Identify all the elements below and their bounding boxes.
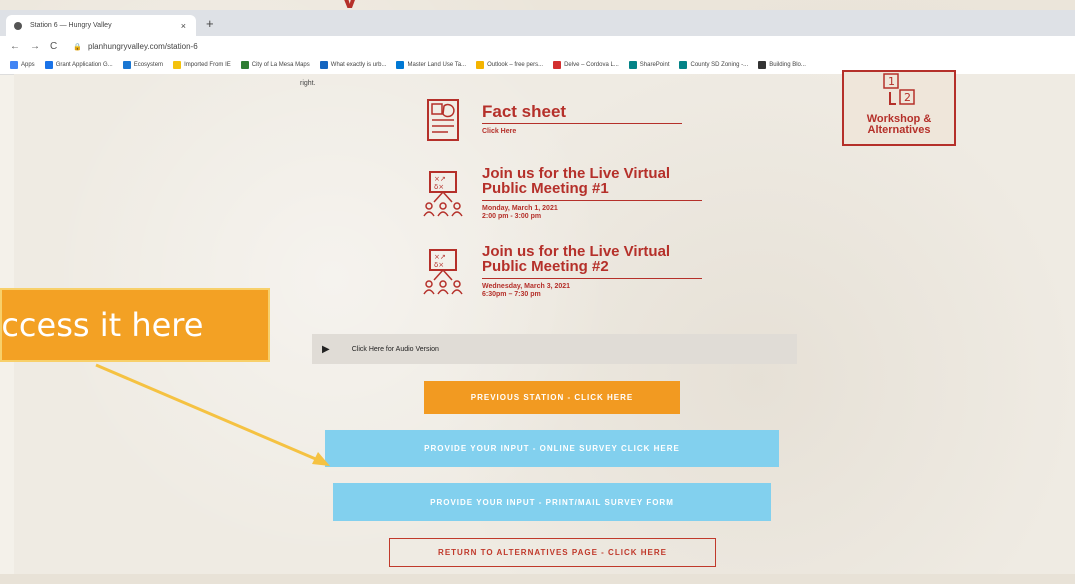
bookmark-item[interactable]: Grant Application G... [44, 61, 113, 69]
meeting-1-date: Monday, March 1, 2021 [482, 205, 558, 212]
step-2-number: 2 [904, 91, 911, 104]
bookmark-item[interactable]: Delve – Cordova L... [553, 61, 619, 69]
browser-tab[interactable]: Station 6 — Hungry Valley × [6, 15, 196, 36]
bookmark-label: Ecosystem [133, 62, 164, 68]
bookmark-item[interactable]: County SD Zoning -... [679, 61, 748, 69]
meeting-1-block[interactable]: ×↗ δ× Join us for the Live Virtual Publi… [420, 166, 702, 222]
audio-label: Click Here for Audio Version [351, 345, 439, 353]
bookmark-icon [173, 61, 182, 69]
bookmark-item[interactable]: Outlook – free pers... [476, 61, 543, 69]
bookmark-label: What exactly is urb... [330, 62, 387, 68]
workshop-label-line2: Alternatives [867, 124, 931, 136]
workshop-alternatives-card[interactable]: 1 2 Workshop & Alternatives [842, 70, 956, 146]
presentation-board-icon: ×↗ δ× [423, 249, 463, 295]
meeting-2-block[interactable]: ×↗ δ× Join us for the Live Virtual Publi… [420, 244, 702, 300]
bookmark-icon [240, 61, 249, 69]
divider [482, 123, 682, 124]
bookmark-item[interactable]: What exactly is urb... [319, 61, 387, 69]
lock-icon: 🔒 [73, 43, 82, 51]
svg-text:δ×: δ× [434, 261, 444, 269]
divider [482, 278, 702, 279]
callout-box: Access it here [0, 288, 270, 362]
new-tab-button[interactable]: + [206, 16, 214, 31]
forward-icon[interactable]: → [30, 41, 40, 52]
bookmark-label: Building Blo... [769, 62, 806, 68]
bookmark-label: City of La Mesa Maps [251, 62, 310, 68]
step-1-number: 1 [888, 75, 895, 88]
meeting-1-time: 2:00 pm - 3:00 pm [482, 213, 542, 220]
favicon-icon [14, 21, 22, 30]
fact-sheet-link[interactable]: Click Here [482, 128, 682, 136]
slide-title-text: y [340, 0, 359, 8]
address-bar: ← → C 🔒 planhungryvalley.com/station-6 [0, 36, 1075, 56]
bookmark-icon [553, 61, 562, 69]
close-tab-icon[interactable]: × [181, 21, 186, 31]
url-text: planhungryvalley.com/station-6 [87, 41, 198, 51]
svg-text:δ×: δ× [434, 183, 444, 191]
bookmark-label: Delve – Cordova L... [564, 62, 619, 68]
bookmark-label: County SD Zoning -... [690, 62, 749, 68]
previous-station-button[interactable]: PREVIOUS STATION - CLICK HERE [424, 381, 680, 414]
bookmark-item[interactable]: Building Blo... [758, 61, 806, 69]
print-mail-survey-button[interactable]: PROVIDE YOUR INPUT - PRINT/MAIL SURVEY F… [333, 483, 771, 521]
bookmark-icon [44, 61, 53, 69]
bookmark-label: Grant Application G... [55, 62, 113, 68]
bookmark-icon [758, 61, 767, 69]
back-icon[interactable]: ← [10, 41, 20, 52]
return-alternatives-button[interactable]: RETURN TO ALTERNATIVES PAGE - CLICK HERE [389, 538, 716, 567]
bookmark-icon [396, 61, 405, 69]
bookmark-icon [679, 61, 688, 69]
svg-text:×↗: ×↗ [434, 253, 446, 261]
svg-text:×↗: ×↗ [434, 175, 446, 183]
bookmark-icon [628, 61, 637, 69]
presentation-board-icon: ×↗ δ× [423, 171, 463, 217]
slide-bottom-strip [0, 574, 1075, 584]
bookmark-label: Imported From IE [184, 62, 231, 68]
reload-icon[interactable]: C [50, 41, 57, 52]
bookmark-label: SharePoint [639, 62, 670, 68]
bookmark-item[interactable]: Imported From IE [173, 61, 231, 69]
body-text: right. [300, 80, 316, 87]
bookmark-icon [319, 61, 328, 69]
bookmark-icon [10, 61, 18, 69]
tab-bar: Station 6 — Hungry Valley × + [0, 10, 1075, 36]
numbered-steps-icon: 1 2 [883, 73, 915, 105]
fact-sheet-block[interactable]: Fact sheet Click Here [420, 96, 682, 144]
bookmark-icon [122, 61, 131, 69]
meeting-1-title-line2: Public Meeting #1 [482, 180, 609, 197]
meeting-1-title-line1: Join us for the Live Virtual [482, 165, 671, 182]
meeting-2-title-line2: Public Meeting #2 [482, 258, 609, 275]
bookmark-label: Outlook – free pers... [487, 62, 544, 68]
bookmark-item[interactable]: Apps [10, 61, 35, 69]
callout-text: Access it here [0, 306, 204, 344]
bookmark-label: Master Land Use Ta... [407, 62, 467, 68]
audio-player[interactable]: ▶ Click Here for Audio Version [312, 334, 797, 364]
fact-sheet-title: Fact sheet [482, 102, 567, 121]
bookmark-icon [476, 61, 485, 69]
bookmark-item[interactable]: City of La Mesa Maps [240, 61, 310, 69]
url-field[interactable]: 🔒 planhungryvalley.com/station-6 [73, 42, 197, 51]
bookmark-item[interactable]: Ecosystem [122, 61, 164, 69]
online-survey-button[interactable]: PROVIDE YOUR INPUT - ONLINE SURVEY CLICK… [325, 430, 779, 467]
bookmark-label: Apps [21, 62, 35, 68]
meeting-2-date: Wednesday, March 3, 2021 [482, 283, 571, 290]
fact-sheet-icon [427, 99, 459, 141]
slide-title-fragment: y [340, 0, 380, 8]
bookmark-item[interactable]: Master Land Use Ta... [396, 61, 466, 69]
tab-title: Station 6 — Hungry Valley [30, 22, 112, 29]
divider [482, 200, 702, 201]
meeting-2-time: 6:30pm – 7:30 pm [482, 291, 541, 298]
play-icon[interactable]: ▶ [322, 344, 330, 355]
bookmark-item[interactable]: SharePoint [628, 61, 670, 69]
meeting-2-title-line1: Join us for the Live Virtual [482, 243, 671, 260]
